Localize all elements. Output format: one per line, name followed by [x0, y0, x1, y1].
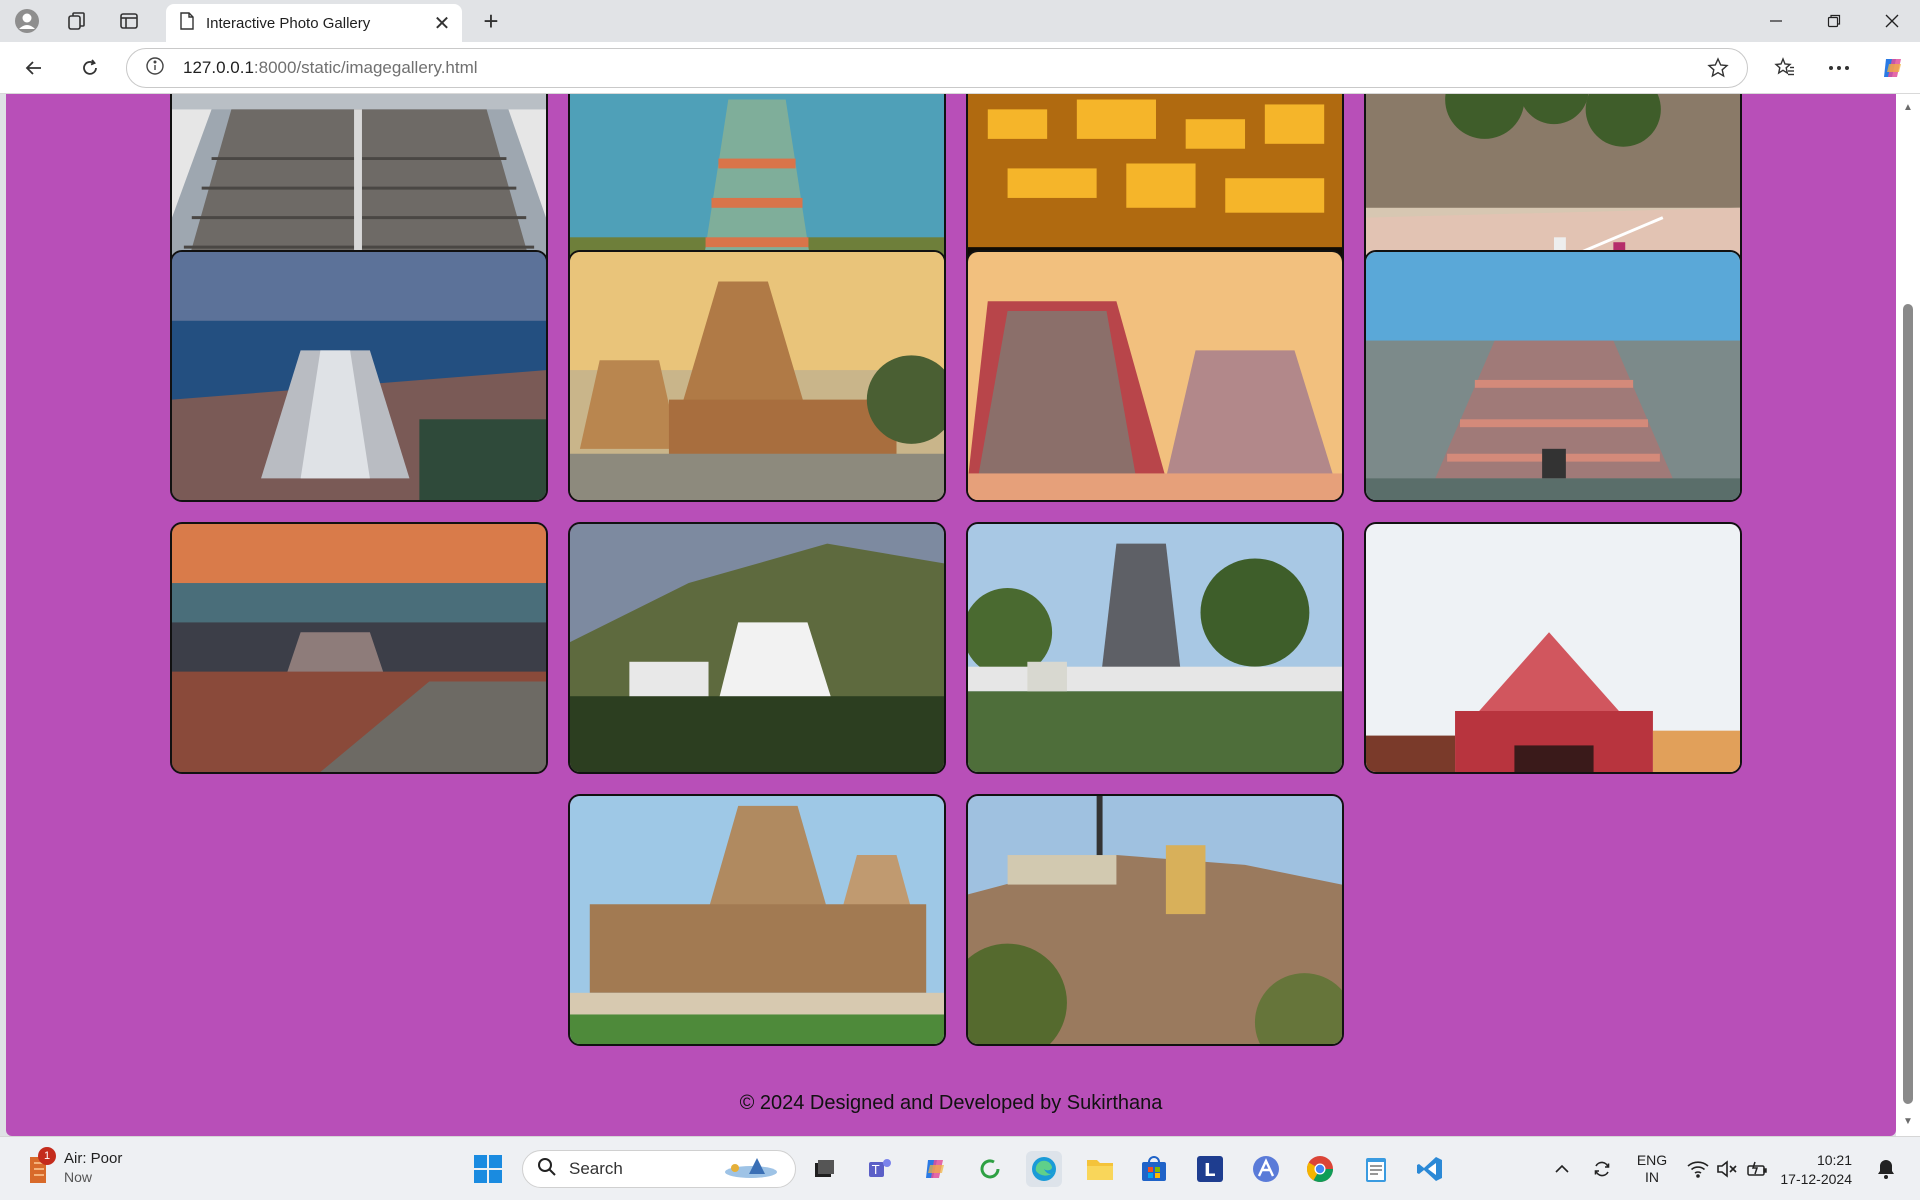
- search-highlight-icon: [721, 1154, 781, 1185]
- clock-date: 17-12-2024: [1780, 1171, 1852, 1187]
- file-explorer-icon[interactable]: [1082, 1151, 1118, 1187]
- store-icon[interactable]: [1136, 1151, 1172, 1187]
- taskbar-search[interactable]: Search: [522, 1150, 796, 1188]
- windows-taskbar: 1 Air: Poor Now Search T L ENG IN 10:21 …: [0, 1136, 1920, 1200]
- url-host: 127.0.0.1: [183, 58, 254, 77]
- weather-widget[interactable]: 1 Air: Poor Now: [26, 1147, 123, 1187]
- page-footer: © 2024 Designed and Developed by Sukirth…: [739, 1092, 1163, 1114]
- page-viewport: © 2024 Designed and Developed by Sukirth…: [6, 94, 1896, 1136]
- gallery-image[interactable]: [966, 522, 1344, 774]
- chrome-icon[interactable]: [1302, 1151, 1338, 1187]
- scrollbar-thumb[interactable]: [1903, 304, 1913, 1104]
- notepad-icon[interactable]: [1358, 1151, 1394, 1187]
- start-icon[interactable]: [470, 1151, 506, 1187]
- site-info-icon[interactable]: [145, 56, 165, 81]
- weather-title: Air: Poor: [64, 1150, 123, 1167]
- region-code: IN: [1645, 1169, 1659, 1185]
- system-clock[interactable]: 10:21 17-12-2024: [1776, 1151, 1852, 1189]
- refresh-app-icon[interactable]: [972, 1151, 1008, 1187]
- gallery-image[interactable]: [966, 794, 1344, 1046]
- copilot-app-icon[interactable]: [918, 1151, 954, 1187]
- favorite-star-icon[interactable]: [1707, 57, 1729, 84]
- gallery-image[interactable]: [170, 522, 548, 774]
- back-button[interactable]: [18, 52, 50, 84]
- browser-toolbar: 127.0.0.1:8000/static/imagegallery.html: [0, 42, 1920, 94]
- wifi-icon[interactable]: [1684, 1137, 1712, 1200]
- volume-muted-icon[interactable]: [1714, 1137, 1740, 1200]
- restore-button[interactable]: [1806, 0, 1862, 42]
- search-icon: [537, 1157, 557, 1182]
- notification-bell-icon[interactable]: [1872, 1137, 1900, 1200]
- close-tab-icon[interactable]: ✕: [428, 9, 456, 37]
- more-menu-icon[interactable]: [1822, 52, 1856, 84]
- vscode-icon[interactable]: [1412, 1151, 1448, 1187]
- task-view-icon[interactable]: [806, 1151, 842, 1187]
- tab-active[interactable]: Interactive Photo Gallery ✕: [166, 4, 462, 42]
- scroll-up-icon[interactable]: ▲: [1902, 102, 1914, 114]
- profile-icon[interactable]: [12, 6, 42, 36]
- gallery-image[interactable]: [568, 794, 946, 1046]
- close-window-button[interactable]: [1864, 0, 1920, 42]
- air-quality-icon: 1: [26, 1147, 56, 1185]
- minimize-button[interactable]: [1748, 0, 1804, 42]
- browser-title-bar: Interactive Photo Gallery ✕ +: [0, 0, 1920, 42]
- svg-text:T: T: [871, 1163, 880, 1177]
- gallery-image[interactable]: [966, 250, 1344, 502]
- page-icon: [180, 11, 194, 35]
- gallery-image[interactable]: [568, 250, 946, 502]
- scroll-down-icon[interactable]: ▼: [1902, 1116, 1914, 1128]
- svg-text:L: L: [1204, 1160, 1215, 1181]
- show-hidden-icons-icon[interactable]: [1550, 1137, 1574, 1200]
- teams-icon[interactable]: T: [862, 1151, 898, 1187]
- url-path: :8000/static/imagegallery.html: [253, 58, 478, 77]
- new-tab-button[interactable]: +: [476, 6, 506, 36]
- battery-icon[interactable]: [1744, 1137, 1770, 1200]
- l-app-icon[interactable]: L: [1192, 1151, 1228, 1187]
- gallery-image[interactable]: [170, 250, 548, 502]
- refresh-button[interactable]: [74, 52, 106, 84]
- gallery-image[interactable]: [1364, 522, 1742, 774]
- favorites-icon[interactable]: [1768, 52, 1802, 84]
- weather-subtitle: Now: [64, 1169, 93, 1185]
- sync-icon[interactable]: [1588, 1137, 1616, 1200]
- language-indicator[interactable]: ENG IN: [1632, 1137, 1672, 1200]
- clock-time: 10:21: [1816, 1152, 1852, 1168]
- language-code: ENG: [1636, 1152, 1668, 1168]
- tab-title: Interactive Photo Gallery: [206, 14, 371, 32]
- vector-app-icon[interactable]: [1248, 1151, 1284, 1187]
- workspaces-icon[interactable]: [62, 6, 92, 36]
- gallery-image[interactable]: [568, 522, 946, 774]
- search-placeholder: Search: [569, 1159, 623, 1178]
- gallery-image[interactable]: [1364, 250, 1742, 502]
- edge-icon[interactable]: [1026, 1151, 1062, 1187]
- address-bar[interactable]: 127.0.0.1:8000/static/imagegallery.html: [126, 48, 1748, 88]
- vertical-tabs-icon[interactable]: [114, 6, 144, 36]
- copilot-icon[interactable]: [1876, 52, 1910, 84]
- notification-badge: 1: [38, 1147, 56, 1165]
- page-scrollbar[interactable]: ▲ ▼: [1896, 94, 1920, 1136]
